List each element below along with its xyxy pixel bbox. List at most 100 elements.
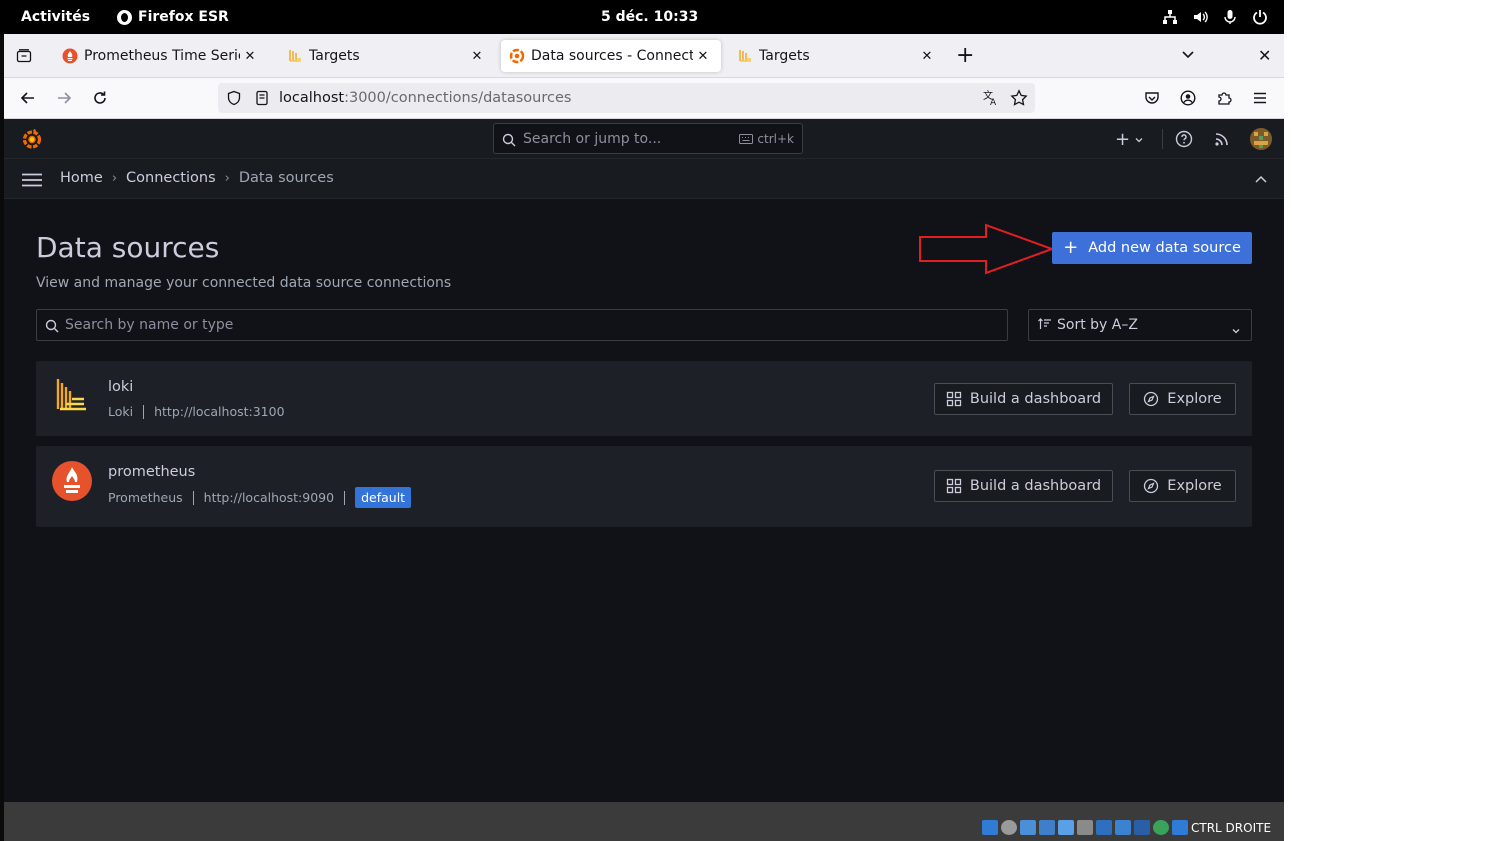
- global-search-input[interactable]: Search or jump to... ctrl+k: [493, 123, 803, 154]
- breadcrumb-data-sources: Data sources: [238, 170, 334, 186]
- datasource-meta: Loki http://localhost:3100: [108, 404, 285, 419]
- app-name: Firefox ESR: [138, 9, 229, 25]
- new-tab-button[interactable]: +: [956, 45, 974, 67]
- hard-disk-icon[interactable]: [982, 820, 998, 835]
- breadcrumb-separator: ›: [111, 170, 118, 186]
- bookmark-star-icon[interactable]: [1010, 89, 1028, 111]
- virtualization-icon[interactable]: [1134, 820, 1150, 835]
- divider: [344, 490, 346, 505]
- grafana-app: Search or jump to... ctrl+k + Home › Con…: [4, 119, 1284, 802]
- breadcrumb: Home › Connections › Data sources: [60, 170, 334, 186]
- close-tab-icon[interactable]: ✕: [240, 46, 260, 66]
- vm-status-bar: CTRL DROITE: [4, 802, 1284, 841]
- sort-label: Sort by A–Z: [1057, 317, 1138, 333]
- search-icon: [502, 132, 516, 151]
- datasource-search-input[interactable]: Search by name or type: [36, 309, 1008, 341]
- display-icon[interactable]: [1096, 820, 1112, 835]
- account-button[interactable]: [1176, 86, 1200, 110]
- tab-prometheus[interactable]: Prometheus Time Series C ✕: [54, 40, 268, 72]
- tab-targets-2[interactable]: Targets ✕: [729, 40, 945, 72]
- tab-title: Targets: [309, 48, 360, 64]
- shared-folder-icon[interactable]: [1077, 820, 1093, 835]
- tab-targets-1[interactable]: Targets ✕: [279, 40, 495, 72]
- nav-toolbar: localhost:3000/connections/datasources 文…: [4, 78, 1284, 119]
- optical-drive-icon[interactable]: [1001, 820, 1017, 835]
- button-label: Build a dashboard: [969, 391, 1102, 407]
- breadcrumb-connections[interactable]: Connections: [126, 170, 216, 186]
- breadcrumb-home[interactable]: Home: [60, 170, 103, 186]
- recording-icon[interactable]: [1115, 820, 1131, 835]
- app-menu-button[interactable]: [1248, 86, 1272, 110]
- vm-status-icons: [982, 820, 1188, 835]
- network-adapter-icon[interactable]: [1039, 820, 1055, 835]
- explore-button[interactable]: Explore: [1129, 383, 1236, 415]
- apps-grid-icon: [946, 391, 962, 407]
- audio-icon[interactable]: [1020, 820, 1036, 835]
- keyboard-capture-icon[interactable]: [1172, 820, 1188, 835]
- apps-grid-icon: [946, 478, 962, 494]
- datasource-name[interactable]: loki: [108, 379, 133, 395]
- close-tab-icon[interactable]: ✕: [693, 46, 713, 66]
- search-placeholder: Search by name or type: [65, 317, 234, 333]
- new-menu-button[interactable]: +: [1115, 129, 1144, 150]
- menu-toggle-button[interactable]: [22, 172, 42, 191]
- guest-additions-icon[interactable]: [1153, 820, 1169, 835]
- clock[interactable]: 5 déc. 10:33: [601, 9, 698, 25]
- explore-button[interactable]: Explore: [1129, 470, 1236, 502]
- datasource-card-prometheus[interactable]: prometheus Prometheus http://localhost:9…: [36, 446, 1252, 527]
- sort-select[interactable]: Sort by A–Z: [1028, 309, 1252, 341]
- build-dashboard-button[interactable]: Build a dashboard: [934, 383, 1113, 415]
- translate-icon[interactable]: 文A: [982, 89, 1000, 111]
- tracking-protection-icon[interactable]: [226, 90, 242, 110]
- reload-icon: [94, 91, 106, 104]
- tab-datasources[interactable]: Data sources - Connection ✕: [501, 40, 721, 72]
- datasource-card-loki[interactable]: loki Loki http://localhost:3100 Build a …: [36, 361, 1252, 436]
- loki-logo-icon: [52, 377, 88, 421]
- datasource-meta: Prometheus http://localhost:9090 default: [108, 487, 412, 508]
- loki-favicon-icon: [737, 48, 753, 64]
- question-circle-icon: [1175, 130, 1193, 148]
- extensions-button[interactable]: [1212, 86, 1236, 110]
- collapse-button[interactable]: [1254, 172, 1268, 191]
- window-close-button[interactable]: ✕: [1258, 46, 1271, 65]
- reload-button[interactable]: [88, 86, 112, 110]
- datasource-name[interactable]: prometheus: [108, 464, 195, 480]
- usb-icon[interactable]: [1058, 820, 1074, 835]
- divider: [143, 404, 145, 419]
- compass-icon: [1144, 391, 1159, 407]
- loki-favicon-icon: [287, 48, 303, 64]
- firefox-view-button[interactable]: [12, 44, 36, 68]
- news-button[interactable]: [1214, 131, 1230, 151]
- app-menu[interactable]: Firefox ESR: [117, 9, 229, 25]
- user-avatar[interactable]: [1250, 128, 1272, 150]
- page-info-icon[interactable]: [254, 90, 270, 110]
- activities-button[interactable]: Activités: [21, 9, 90, 25]
- tab-title: Data sources - Connection: [531, 48, 693, 64]
- prometheus-logo-icon: [52, 461, 92, 505]
- button-label: Build a dashboard: [969, 478, 1102, 494]
- datasource-type: Prometheus: [108, 490, 183, 505]
- help-button[interactable]: [1175, 130, 1193, 152]
- grafana-logo-icon[interactable]: [20, 127, 44, 155]
- chevron-down-icon: [1231, 321, 1241, 340]
- back-button[interactable]: [16, 86, 40, 110]
- list-all-tabs-button[interactable]: [1181, 46, 1195, 65]
- search-icon: [45, 318, 59, 337]
- close-tab-icon[interactable]: ✕: [917, 46, 937, 66]
- forward-button[interactable]: [52, 86, 76, 110]
- datasource-url: http://localhost:9090: [203, 490, 335, 505]
- page-subtitle: View and manage your connected data sour…: [36, 275, 452, 291]
- firefox-icon: [117, 9, 132, 25]
- pocket-button[interactable]: [1140, 86, 1164, 110]
- sort-icon: [1038, 318, 1052, 333]
- prometheus-favicon-icon: [62, 48, 78, 64]
- build-dashboard-button[interactable]: Build a dashboard: [934, 470, 1113, 502]
- compass-icon: [1144, 478, 1159, 494]
- grafana-favicon-icon: [509, 48, 525, 64]
- power-icon: [1253, 10, 1267, 25]
- url-bar[interactable]: localhost:3000/connections/datasources 文…: [218, 83, 1035, 113]
- page-title: Data sources: [36, 231, 220, 264]
- close-tab-icon[interactable]: ✕: [467, 46, 487, 66]
- add-new-data-source-button[interactable]: + Add new data source: [1052, 232, 1252, 264]
- system-tray[interactable]: [1162, 9, 1268, 25]
